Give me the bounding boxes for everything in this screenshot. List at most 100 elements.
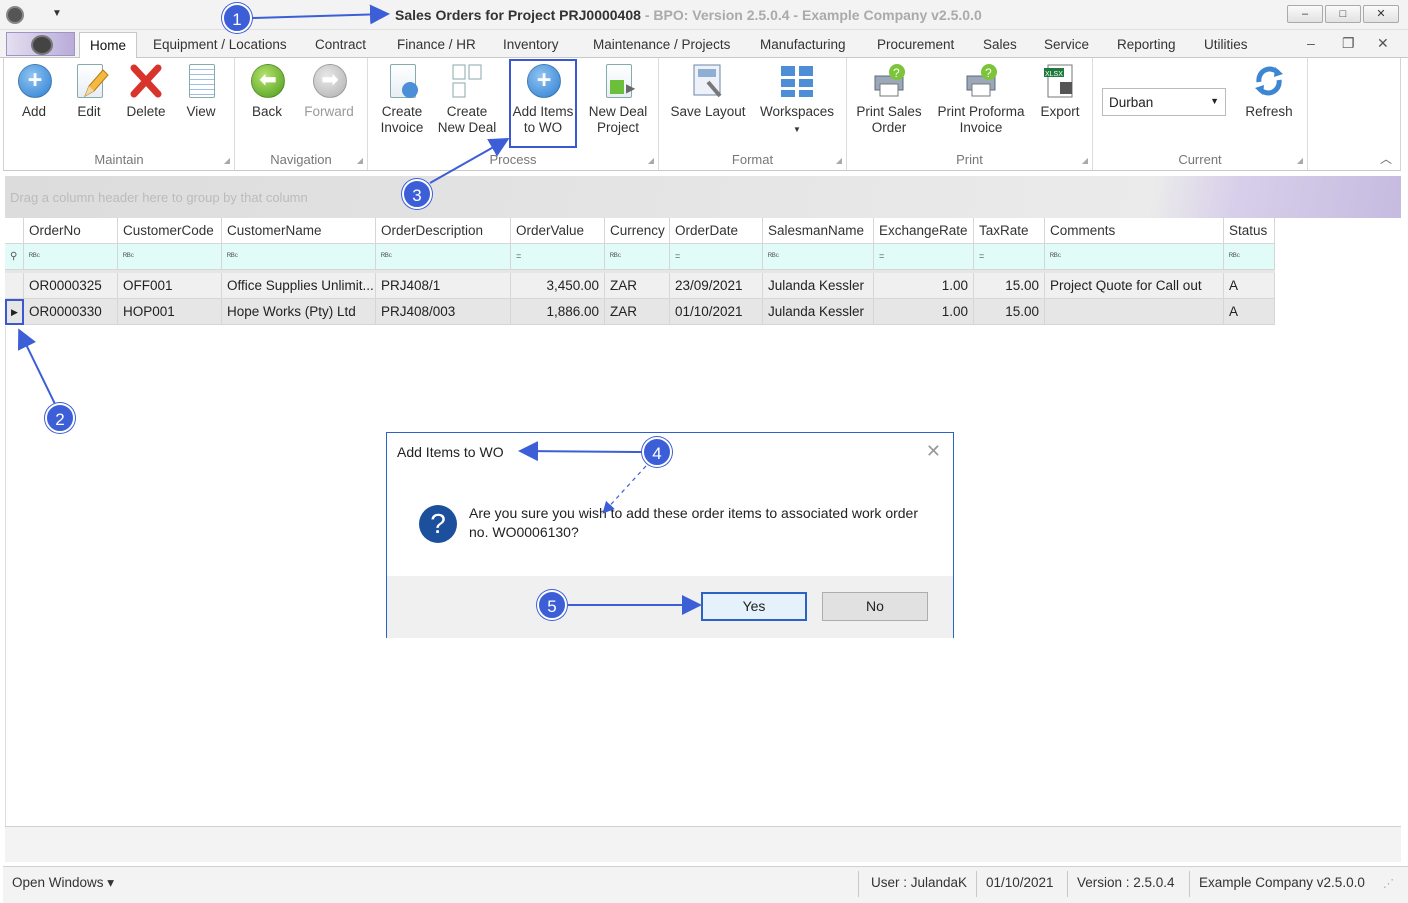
location-select[interactable]: Durban ▼: [1102, 88, 1226, 116]
dialog-launcher-icon[interactable]: ◢: [1297, 156, 1303, 165]
resize-grip-icon[interactable]: ⋰: [1383, 877, 1394, 890]
filter-cell[interactable]: =: [670, 244, 763, 270]
new-deal-project-icon: ▶: [600, 62, 636, 100]
add-items-highlight-box: [509, 59, 577, 148]
open-windows-menu[interactable]: Open Windows ▾: [12, 875, 114, 891]
tab-equipment-locations[interactable]: Equipment / Locations: [153, 37, 287, 52]
column-header[interactable]: ExchangeRate: [874, 218, 974, 244]
ribbon-tabs: Home Equipment / Locations Contract Fina…: [0, 30, 1408, 59]
dialog-launcher-icon[interactable]: ◢: [836, 156, 842, 165]
yes-button[interactable]: Yes: [701, 592, 807, 621]
ribbon: + Add Edit Delete View Maintain ◢ ⬅ Back…: [3, 58, 1401, 171]
filter-cell[interactable]: ᴿᴮᶜ: [1045, 244, 1224, 270]
table-row[interactable]: OR0000325 OFF001 Office Supplies Unlimit…: [5, 273, 1275, 299]
chevron-down-icon: ▼: [793, 125, 801, 134]
forward-arrow-icon: ➡: [311, 62, 347, 100]
tab-utilities[interactable]: Utilities: [1204, 37, 1248, 52]
tab-home[interactable]: Home: [79, 32, 138, 59]
maximize-button[interactable]: □: [1325, 5, 1361, 23]
mdi-minimize-button[interactable]: –: [1307, 35, 1315, 51]
grid-filter-row: ⚲ ᴿᴮᶜ ᴿᴮᶜ ᴿᴮᶜ ᴿᴮᶜ = ᴿᴮᶜ = ᴿᴮᶜ = = ᴿᴮᶜ ᴿᴮ…: [5, 244, 1275, 270]
print-sales-order-button[interactable]: ? Print Sales Order: [855, 62, 923, 136]
save-layout-button[interactable]: Save Layout: [667, 62, 749, 120]
filter-cell[interactable]: ᴿᴮᶜ: [222, 244, 376, 270]
group-format: Save Layout Workspaces ▼ Format ◢: [659, 58, 847, 170]
svg-text:?: ?: [893, 66, 900, 80]
svg-text:XLSX: XLSX: [1045, 71, 1063, 78]
close-button[interactable]: ✕: [1363, 5, 1399, 23]
dialog-launcher-icon[interactable]: ◢: [224, 156, 230, 165]
app-logo-icon[interactable]: [6, 6, 24, 24]
dialog-button-bar: Yes No: [387, 576, 953, 638]
column-header[interactable]: OrderNo: [24, 218, 118, 244]
dialog-title: Add Items to WO: [397, 444, 504, 460]
forward-button[interactable]: ➡ Forward: [301, 62, 357, 120]
column-header[interactable]: Comments: [1045, 218, 1224, 244]
filter-cell[interactable]: =: [974, 244, 1045, 270]
add-button[interactable]: + Add: [12, 62, 56, 120]
export-button[interactable]: XLSX Export: [1037, 62, 1083, 120]
group-by-panel[interactable]: Drag a column header here to group by th…: [5, 176, 1401, 218]
mdi-close-button[interactable]: ✕: [1377, 35, 1389, 52]
tab-finance-hr[interactable]: Finance / HR: [397, 37, 476, 52]
column-header[interactable]: CustomerCode: [118, 218, 222, 244]
create-new-deal-button[interactable]: Create New Deal: [436, 62, 498, 136]
collapse-ribbon-icon[interactable]: ︿: [1380, 150, 1392, 167]
minimize-button[interactable]: –: [1287, 5, 1323, 23]
tab-procurement[interactable]: Procurement: [877, 37, 954, 52]
annotation-badge-2: 2: [45, 403, 75, 433]
filter-cell[interactable]: ᴿᴮᶜ: [605, 244, 670, 270]
column-header[interactable]: TaxRate: [974, 218, 1045, 244]
filter-pin-icon[interactable]: ⚲: [5, 244, 24, 270]
filter-cell[interactable]: =: [511, 244, 605, 270]
tab-maintenance-projects[interactable]: Maintenance / Projects: [593, 37, 730, 52]
quick-access-dropdown-icon[interactable]: ▼: [52, 8, 62, 19]
column-header[interactable]: OrderDescription: [376, 218, 511, 244]
confirm-dialog: Add Items to WO ✕ ? Are you sure you wis…: [386, 432, 954, 638]
column-header[interactable]: Status: [1224, 218, 1275, 244]
tab-service[interactable]: Service: [1044, 37, 1089, 52]
filter-cell[interactable]: ᴿᴮᶜ: [376, 244, 511, 270]
dialog-launcher-icon[interactable]: ◢: [648, 156, 654, 165]
mdi-restore-button[interactable]: ❐: [1342, 35, 1355, 52]
tab-sales[interactable]: Sales: [983, 37, 1017, 52]
status-company: Example Company v2.5.0.0: [1199, 875, 1365, 890]
annotation-badge-3: 3: [402, 179, 432, 209]
application-menu-button[interactable]: [6, 32, 75, 56]
column-header[interactable]: SalesmanName: [763, 218, 874, 244]
dialog-launcher-icon[interactable]: ◢: [357, 156, 363, 165]
view-button[interactable]: View: [179, 62, 223, 120]
svg-text:?: ?: [985, 66, 992, 80]
column-header[interactable]: Currency: [605, 218, 670, 244]
workspaces-icon: [779, 62, 815, 100]
dialog-launcher-icon[interactable]: ◢: [1082, 156, 1088, 165]
filter-cell[interactable]: ᴿᴮᶜ: [1224, 244, 1275, 270]
column-header[interactable]: OrderValue: [511, 218, 605, 244]
column-header[interactable]: CustomerName: [222, 218, 376, 244]
back-button[interactable]: ⬅ Back: [245, 62, 289, 120]
filter-cell[interactable]: ᴿᴮᶜ: [118, 244, 222, 270]
tab-reporting[interactable]: Reporting: [1117, 37, 1176, 52]
filter-cell[interactable]: ᴿᴮᶜ: [763, 244, 874, 270]
status-bar: Open Windows ▾ User : JulandaK 01/10/202…: [3, 866, 1408, 903]
filter-cell[interactable]: ᴿᴮᶜ: [24, 244, 118, 270]
edit-button[interactable]: Edit: [67, 62, 111, 120]
print-proforma-invoice-button[interactable]: ? Print Proforma Invoice: [935, 62, 1027, 136]
tab-contract[interactable]: Contract: [315, 37, 366, 52]
table-row[interactable]: ▶ OR0000330 HOP001 Hope Works (Pty) Ltd …: [5, 299, 1275, 325]
create-invoice-button[interactable]: Create Invoice: [374, 62, 430, 136]
close-icon[interactable]: ✕: [926, 441, 941, 462]
export-xlsx-icon: XLSX: [1042, 62, 1078, 100]
view-icon: [183, 62, 219, 100]
workspaces-button[interactable]: Workspaces ▼: [757, 62, 837, 138]
refresh-button[interactable]: Refresh: [1239, 62, 1299, 120]
tab-manufacturing[interactable]: Manufacturing: [760, 37, 846, 52]
new-deal-project-button[interactable]: ▶ New Deal Project: [586, 62, 650, 136]
annotation-badge-1: 1: [222, 3, 252, 33]
column-header[interactable]: OrderDate: [670, 218, 763, 244]
no-button[interactable]: No: [822, 592, 928, 621]
delete-button[interactable]: Delete: [122, 62, 170, 120]
row-indicator-icon[interactable]: ▶: [5, 299, 24, 325]
tab-inventory[interactable]: Inventory: [503, 37, 559, 52]
filter-cell[interactable]: =: [874, 244, 974, 270]
